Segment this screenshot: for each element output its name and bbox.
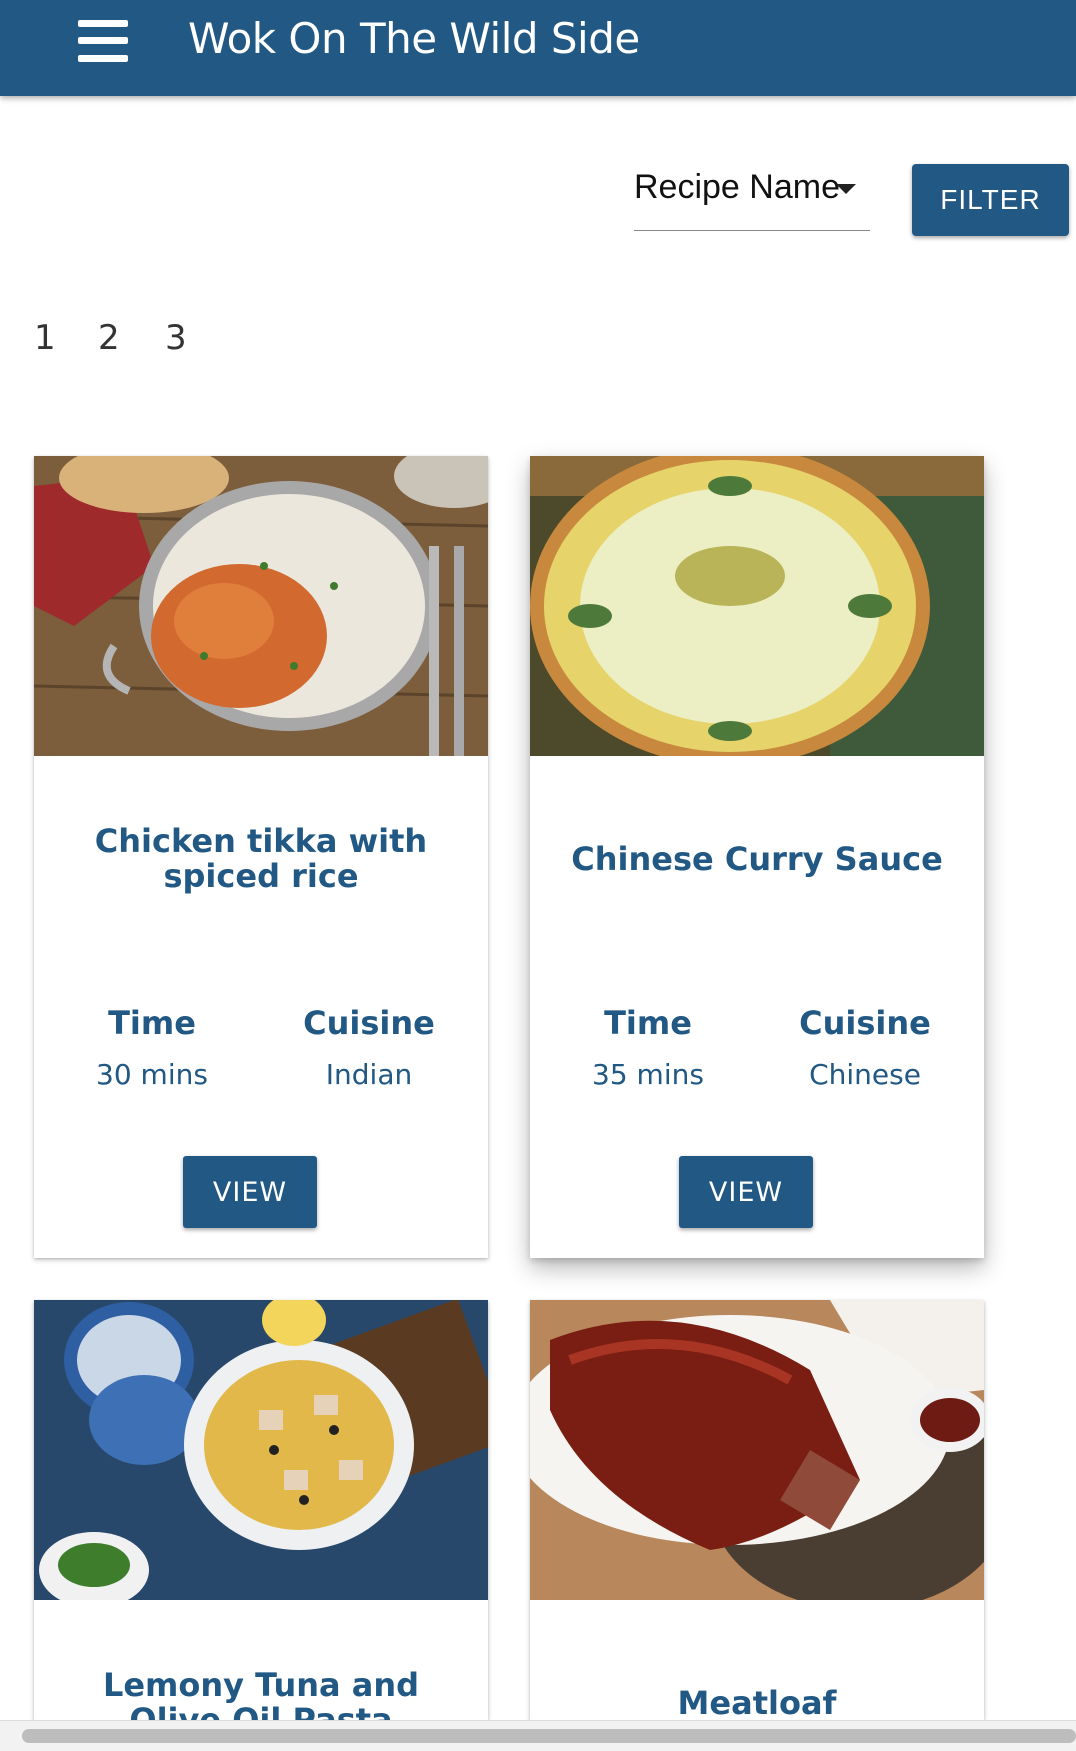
time-label: Time	[604, 1004, 692, 1042]
recipe-card: Chicken tikka with spiced rice Time 30 m…	[34, 456, 488, 1258]
recipe-time: Time 30 mins	[52, 1004, 252, 1091]
recipe-cuisine: Cuisine Indian	[269, 1004, 469, 1091]
scrollbar-thumb[interactable]	[22, 1729, 1076, 1743]
cuisine-value: Indian	[325, 1058, 413, 1091]
hamburger-menu-icon[interactable]	[78, 20, 128, 62]
app-title: Wok On The Wild Side	[188, 14, 640, 63]
recipe-cuisine: Cuisine Chinese	[765, 1004, 965, 1091]
sort-select[interactable]: Recipe Name	[634, 164, 870, 231]
recipe-card: Chinese Curry Sauce Time 35 mins Cuisine…	[530, 456, 984, 1258]
filter-button[interactable]: FILTER	[912, 164, 1069, 236]
time-value: 35 mins	[592, 1058, 704, 1091]
recipe-image	[34, 1300, 488, 1600]
sort-select-value: Recipe Name	[634, 168, 840, 206]
page-link-2[interactable]: 2	[98, 318, 120, 358]
recipe-title: Chicken tikka with spiced rice	[94, 822, 428, 895]
recipe-card: Meatloaf	[530, 1300, 984, 1720]
cuisine-value: Chinese	[809, 1058, 921, 1091]
recipe-card: Lemony Tuna and Olive Oil Pasta	[34, 1300, 488, 1720]
caret-down-icon	[836, 184, 856, 194]
recipe-title: Chinese Curry Sauce	[571, 840, 943, 878]
app-bar: Wok On The Wild Side	[0, 0, 1076, 96]
page-link-1[interactable]: 1	[34, 318, 56, 358]
time-label: Time	[108, 1004, 196, 1042]
recipe-title: Meatloaf	[677, 1684, 837, 1721]
page-link-3[interactable]: 3	[165, 318, 187, 358]
recipe-image	[34, 456, 488, 756]
time-value: 30 mins	[96, 1058, 208, 1091]
recipe-title: Lemony Tuna and Olive Oil Pasta	[102, 1666, 420, 1721]
view-button[interactable]: VIEW	[679, 1156, 813, 1228]
recipe-time: Time 35 mins	[548, 1004, 748, 1091]
recipe-image	[530, 456, 984, 756]
cuisine-label: Cuisine	[799, 1004, 931, 1042]
cuisine-label: Cuisine	[303, 1004, 435, 1042]
horizontal-scrollbar[interactable]	[0, 1720, 1076, 1751]
view-button[interactable]: VIEW	[183, 1156, 317, 1228]
recipe-image	[530, 1300, 984, 1600]
